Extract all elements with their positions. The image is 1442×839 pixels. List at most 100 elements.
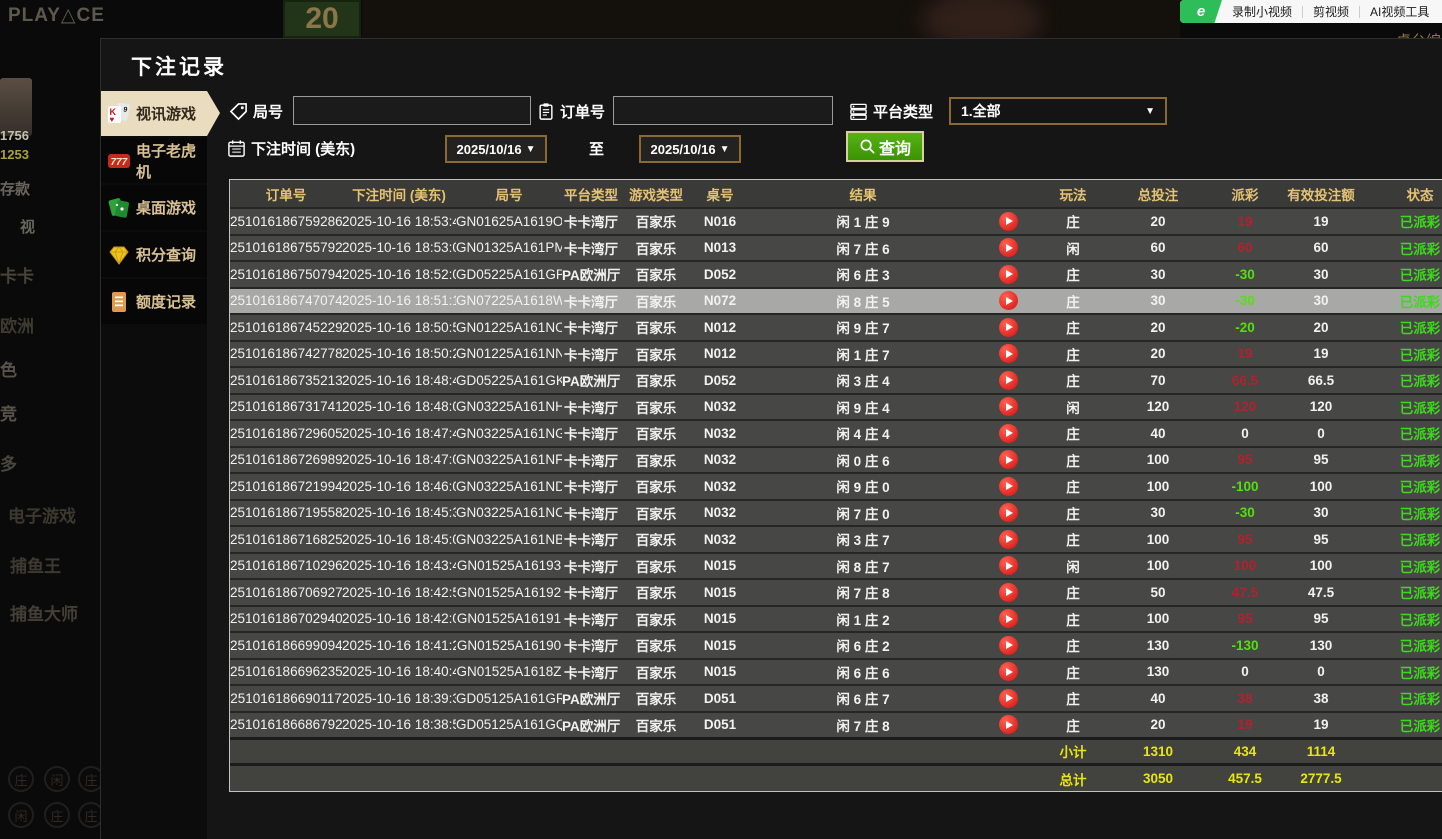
sidebar-item-live-games[interactable]: 9 K ♥ 视讯游戏 xyxy=(101,91,220,136)
cell-valid: 19 xyxy=(1282,207,1360,235)
cell-play xyxy=(978,313,1038,341)
cell-time: 2025-10-16 18:51:15 xyxy=(342,286,456,314)
chevron-down-icon: ▼ xyxy=(719,143,730,155)
replay-button[interactable] xyxy=(998,635,1018,655)
cell-valid: 100 xyxy=(1282,472,1360,500)
order-id-input[interactable] xyxy=(613,96,833,125)
replay-button[interactable] xyxy=(998,370,1018,390)
round-id-input[interactable] xyxy=(293,96,531,125)
cell-order: 251016186755792 xyxy=(230,233,342,261)
table-row[interactable]: 251016186735213 2025-10-16 18:48:48 GD0522… xyxy=(230,366,1442,394)
replay-button[interactable] xyxy=(998,715,1018,734)
search-button[interactable]: 查询 xyxy=(846,131,924,162)
cell-time: 2025-10-16 18:47:07 xyxy=(342,445,456,473)
table-row[interactable]: 251016186702940 2025-10-16 18:42:08 GN0152… xyxy=(230,604,1442,632)
cell-round: GN03225A161NG xyxy=(456,419,562,447)
record-clip-button[interactable]: 录制小视频 xyxy=(1222,3,1302,20)
cell-valid: 38 xyxy=(1282,684,1360,712)
calendar-icon xyxy=(228,140,245,157)
table-row[interactable]: 251016186731741 2025-10-16 18:48:05 GN0322… xyxy=(230,392,1442,420)
sidebar-item-credit-records[interactable]: 额度记录 xyxy=(101,279,207,324)
replay-button[interactable] xyxy=(998,423,1018,443)
table-row[interactable]: 251016186719558 2025-10-16 18:45:33 GN0322… xyxy=(230,498,1442,526)
replay-button[interactable] xyxy=(998,264,1018,284)
table-row[interactable]: 251016186716825 2025-10-16 18:45:01 GN0322… xyxy=(230,525,1442,553)
cell-total: 40 xyxy=(1108,684,1208,712)
cell-round: GN01525A16193 xyxy=(456,551,562,579)
cell-table: D052 xyxy=(692,366,748,394)
replay-button[interactable] xyxy=(998,582,1018,602)
table-row[interactable]: 251016186710296 2025-10-16 18:43:41 GN0152… xyxy=(230,551,1442,579)
table-row[interactable]: 251016186690117 2025-10-16 18:39:36 GD0512… xyxy=(230,684,1442,712)
replay-button[interactable] xyxy=(998,556,1018,576)
replay-button[interactable] xyxy=(998,688,1018,708)
col-table: 桌号 xyxy=(692,180,748,208)
cut-video-button[interactable]: 剪视频 xyxy=(1303,3,1359,20)
replay-button[interactable] xyxy=(998,609,1018,629)
capture-app-icon[interactable]: e xyxy=(1180,0,1222,23)
replay-button[interactable] xyxy=(998,344,1018,364)
cell-payout: -30 xyxy=(1208,260,1282,288)
cell-result: 闲 8 庄 7 xyxy=(748,551,978,579)
table-row[interactable]: 251016186699094 2025-10-16 18:41:21 GN0152… xyxy=(230,631,1442,659)
cell-time: 2025-10-16 18:48:48 xyxy=(342,366,456,394)
cell-payout: 19 xyxy=(1208,339,1282,367)
platform-type-select[interactable]: 1.全部 ▼ xyxy=(949,97,1167,125)
cell-method: 庄 xyxy=(1038,286,1108,314)
background-menu-fragment: 卡卡 xyxy=(0,267,34,286)
date-to-select[interactable]: 2025/10/16 ▼ xyxy=(639,135,741,163)
cell-total: 60 xyxy=(1108,233,1208,261)
sidebar-item-slots[interactable]: 777 电子老虎机 xyxy=(101,138,207,183)
date-from-select[interactable]: 2025/10/16 ▼ xyxy=(445,135,547,163)
cell-valid: 95 xyxy=(1282,445,1360,473)
replay-button[interactable] xyxy=(998,397,1018,417)
cell-order: 251016186750794 xyxy=(230,260,342,288)
replay-button[interactable] xyxy=(998,211,1018,231)
table-row[interactable]: 251016186742778 2025-10-16 18:50:21 GN0122… xyxy=(230,339,1442,367)
cell-round: GN01525A16192 xyxy=(456,578,562,606)
sidebar-item-table-games[interactable]: 桌面游戏 xyxy=(101,185,207,230)
table-row[interactable]: 251016186759286 2025-10-16 18:53:47 GN0162… xyxy=(230,207,1442,235)
cell-round: GN01225A161NO xyxy=(456,313,562,341)
replay-button[interactable] xyxy=(998,238,1018,258)
cell-status: 已派彩 xyxy=(1360,657,1442,685)
cell-game: 百家乐 xyxy=(620,260,692,288)
cell-order: 251016186726989 xyxy=(230,445,342,473)
date-from-value: 2025/10/16 xyxy=(456,141,522,157)
cell-play xyxy=(978,578,1038,606)
table-row[interactable]: 251016186755792 2025-10-16 18:53:04 GN0132… xyxy=(230,233,1442,261)
replay-button[interactable] xyxy=(998,662,1018,682)
cell-total: 100 xyxy=(1108,604,1208,632)
replay-button[interactable] xyxy=(998,503,1018,523)
cell-round: GN03225A161NC xyxy=(456,498,562,526)
table-row[interactable]: 251016186706927 2025-10-16 18:42:58 GN0152… xyxy=(230,578,1442,606)
table-row[interactable]: 251016186726989 2025-10-16 18:47:07 GN0322… xyxy=(230,445,1442,473)
cell-round: GD05125A161GR xyxy=(456,684,562,712)
cell-game: 百家乐 xyxy=(620,604,692,632)
table-row[interactable]: 251016186745229 2025-10-16 18:50:50 GN0122… xyxy=(230,313,1442,341)
replay-button[interactable] xyxy=(998,317,1018,337)
cell-table: N013 xyxy=(692,233,748,261)
sidebar-item-points[interactable]: 积分查询 xyxy=(101,232,207,277)
replay-button[interactable] xyxy=(998,476,1018,496)
replay-button[interactable] xyxy=(998,450,1018,470)
replay-button[interactable] xyxy=(998,529,1018,549)
table-row[interactable]: 251016186721994 2025-10-16 18:46:05 GN0322… xyxy=(230,472,1442,500)
cell-table: N032 xyxy=(692,392,748,420)
cell-valid: 130 xyxy=(1282,631,1360,659)
table-row[interactable]: 251016186747074 2025-10-16 18:51:15 GN0722… xyxy=(230,286,1442,314)
table-row[interactable]: 251016186729605 2025-10-16 18:47:40 GN0322… xyxy=(230,419,1442,447)
cell-status: 已派彩 xyxy=(1360,313,1442,341)
cell-play xyxy=(978,445,1038,473)
replay-button[interactable] xyxy=(998,291,1018,311)
cell-time: 2025-10-16 18:50:21 xyxy=(342,339,456,367)
table-row[interactable]: 251016186686792 2025-10-16 18:38:54 GD0512… xyxy=(230,710,1442,738)
ai-video-tools-button[interactable]: AI视频工具 xyxy=(1360,3,1439,20)
cell-play xyxy=(978,710,1038,738)
cell-status: 已派彩 xyxy=(1360,498,1442,526)
cell-play xyxy=(978,392,1038,420)
cell-platform: PA欧洲厅 xyxy=(562,684,620,712)
table-row[interactable]: 251016186696235 2025-10-16 18:40:48 GN0152… xyxy=(230,657,1442,685)
cell-valid: 95 xyxy=(1282,525,1360,553)
table-row[interactable]: 251016186750794 2025-10-16 18:52:00 GD0522… xyxy=(230,260,1442,288)
